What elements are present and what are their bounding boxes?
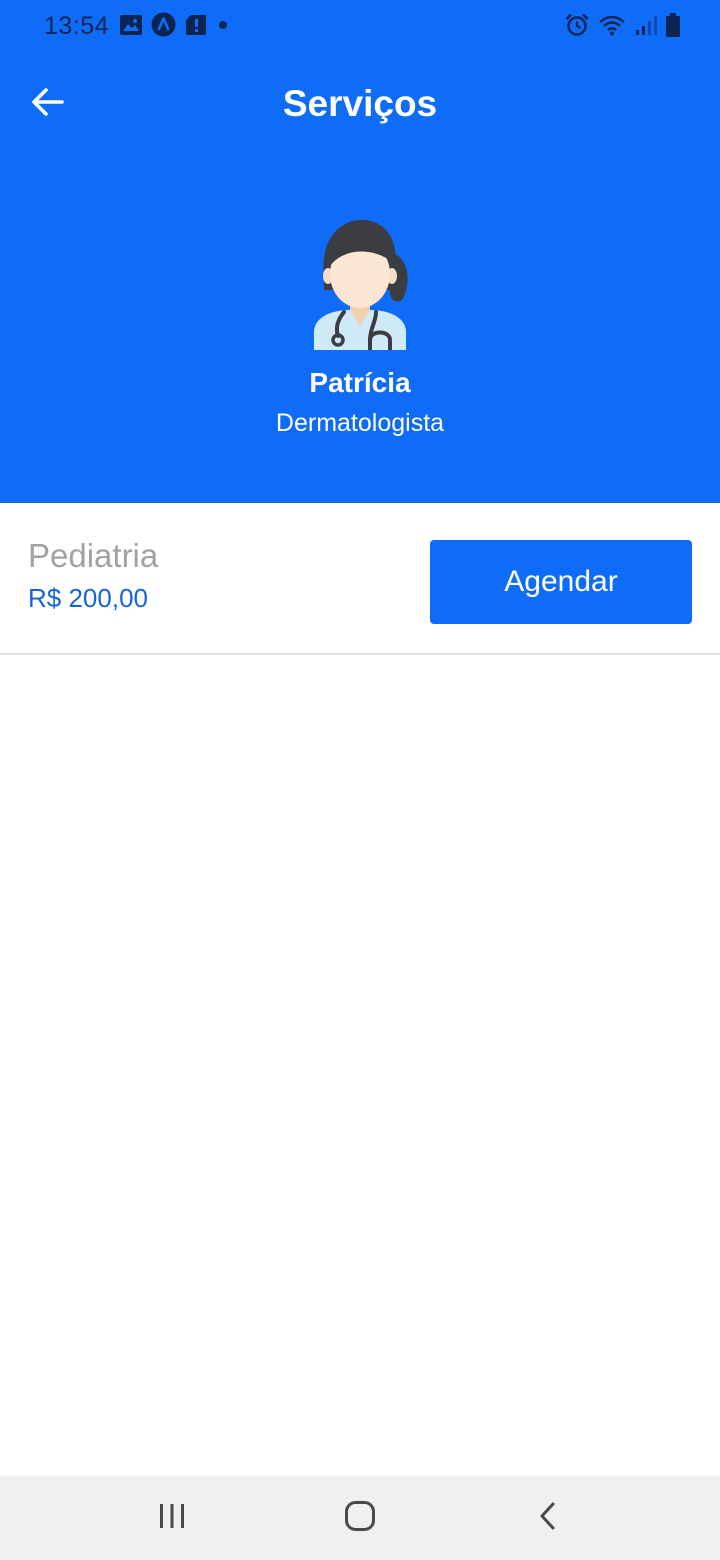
header: 13:54 Serviços Patrícia Dermatologista (0, 0, 720, 503)
doctor-avatar (306, 214, 414, 352)
status-bar: 13:54 (0, 0, 720, 56)
arrow-left-icon (31, 87, 65, 122)
cellular-signal-icon (635, 14, 657, 41)
doctor-specialty: Dermatologista (275, 409, 445, 437)
back-button[interactable] (22, 80, 74, 128)
battery-icon (666, 12, 680, 42)
female-doctor-icon (306, 220, 414, 354)
status-left-icons (120, 12, 230, 42)
sd-card-alert-icon (185, 14, 207, 41)
back-nav-icon (538, 1501, 558, 1536)
gallery-icon (120, 14, 142, 40)
system-navigation-bar (0, 1476, 720, 1560)
back-nav-button[interactable] (518, 1494, 578, 1542)
service-price: R$ 200,00 (28, 583, 148, 613)
doctor-name: Patrícia (309, 367, 411, 398)
wifi-icon (598, 14, 626, 41)
status-time: 13:54 (44, 12, 110, 40)
schedule-button[interactable]: Agendar (430, 540, 692, 624)
recent-apps-icon (157, 1502, 187, 1535)
recent-apps-button[interactable] (142, 1494, 202, 1542)
status-right-icons (565, 12, 680, 42)
dot-icon (216, 18, 230, 37)
list-item: Pediatria R$ 200,00 Agendar (0, 503, 720, 655)
home-icon (344, 1500, 376, 1537)
app-notification-icon (151, 12, 176, 42)
service-name: Pediatria (28, 537, 159, 574)
home-button[interactable] (330, 1494, 390, 1542)
page-title: Serviços (282, 83, 438, 124)
alarm-icon (565, 13, 589, 42)
